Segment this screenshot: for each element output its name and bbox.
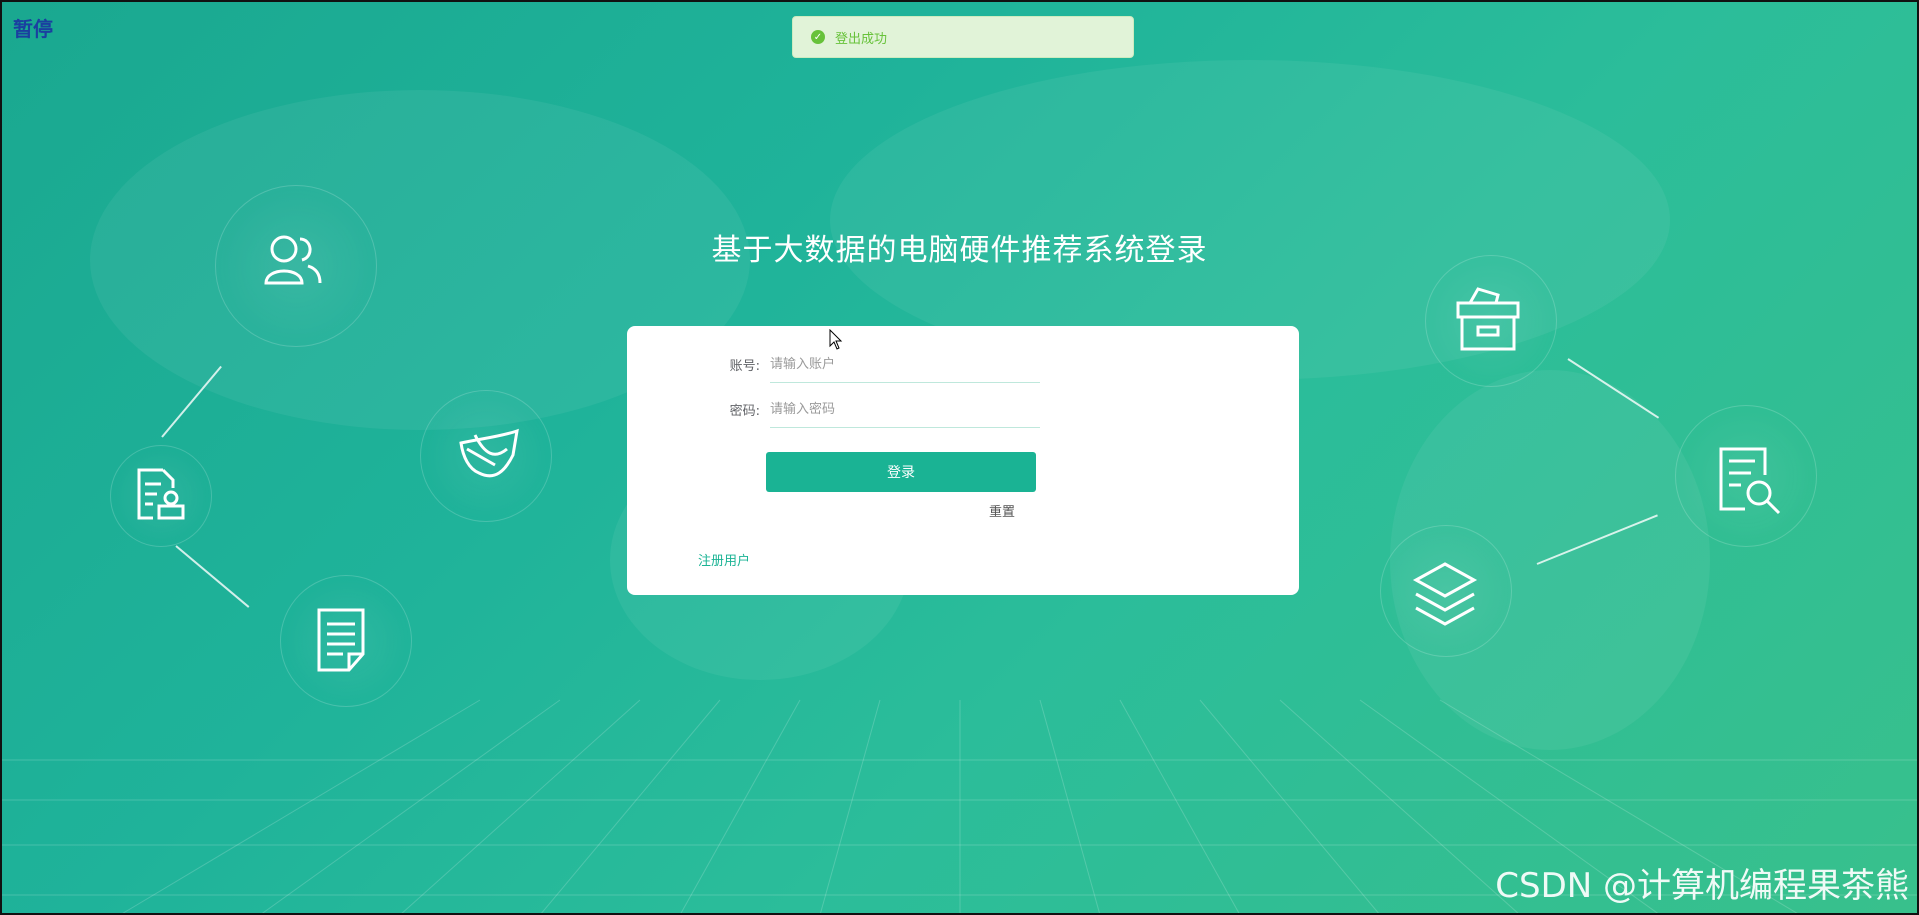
layers-icon [1412, 562, 1478, 626]
archive-box-icon [1456, 287, 1520, 351]
password-label: 密码: [729, 404, 760, 419]
page-title: 基于大数据的电脑硬件推荐系统登录 [711, 233, 1208, 268]
certificate-icon [137, 468, 185, 520]
document-search-icon [1719, 447, 1781, 515]
account-row: 账号: [627, 346, 1040, 383]
document-icon [317, 608, 365, 672]
account-input[interactable] [770, 346, 1040, 383]
logout-success-toast: ✓ 登出成功 [792, 16, 1134, 58]
login-card: 账号: 密码: 登录 重置 注册用户 [627, 326, 1299, 595]
reset-button[interactable]: 重置 [989, 501, 1015, 520]
password-input[interactable] [770, 391, 1040, 428]
check-circle-icon: ✓ [811, 30, 825, 44]
watermark: CSDN @计算机编程果茶熊 [1495, 866, 1909, 906]
register-link[interactable]: 注册用户 [698, 550, 750, 569]
paused-label: 暂停 [13, 17, 53, 41]
mouse-cursor-icon [829, 329, 843, 350]
feather-paper-icon [459, 428, 519, 478]
account-label: 账号: [729, 359, 760, 374]
password-row: 密码: [627, 391, 1040, 428]
login-button[interactable]: 登录 [766, 452, 1036, 492]
toast-message: 登出成功 [835, 31, 888, 47]
